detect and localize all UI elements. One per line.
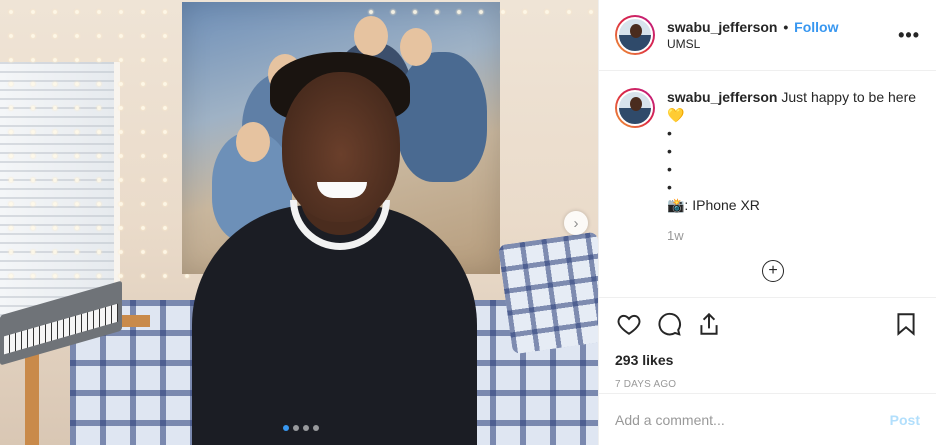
carousel-dot	[303, 425, 309, 431]
caption-username[interactable]: swabu_jefferson	[667, 89, 777, 105]
more-options-icon[interactable]: •••	[898, 25, 920, 46]
avatar[interactable]	[615, 15, 655, 55]
caption-camera-line: 📸: IPhone XR	[667, 197, 760, 213]
post-date[interactable]: 7 DAYS AGO	[615, 379, 920, 390]
string-lights	[0, 0, 200, 290]
carousel-dot	[283, 425, 289, 431]
username-link[interactable]: swabu_jefferson	[667, 19, 777, 35]
caption-bullet: •	[667, 161, 672, 177]
post-comment-button[interactable]: Post	[890, 412, 920, 428]
carousel-dots	[283, 425, 319, 431]
add-comment-bar: Post	[599, 393, 936, 445]
post-container: › swabu_jefferson • Follow UMSL ••• swab…	[0, 0, 936, 445]
plus-icon: +	[768, 262, 778, 279]
caption-bullet: •	[667, 179, 672, 195]
caption-avatar[interactable]	[615, 88, 655, 128]
caption-bullet: •	[667, 143, 672, 159]
post-photo[interactable]: ›	[0, 0, 598, 445]
comment-icon[interactable]	[655, 310, 683, 338]
plaid-pillow	[497, 231, 598, 355]
caption-bullet: •	[667, 125, 672, 141]
location-link[interactable]: UMSL	[667, 37, 898, 51]
post-sidebar: swabu_jefferson • Follow UMSL ••• swabu_…	[598, 0, 936, 445]
carousel-dot	[293, 425, 299, 431]
share-icon[interactable]	[695, 310, 723, 338]
separator-dot: •	[783, 19, 789, 35]
comments-area: swabu_jefferson Just happy to be here 💛 …	[599, 72, 936, 297]
comment-input[interactable]	[615, 411, 890, 428]
string-lights-top	[360, 0, 598, 24]
next-photo-button[interactable]: ›	[564, 211, 588, 235]
actions-section: 293 likes 7 DAYS AGO	[599, 297, 936, 390]
follow-button[interactable]: Follow	[794, 19, 838, 35]
post-header: swabu_jefferson • Follow UMSL •••	[599, 0, 936, 71]
heart-icon[interactable]	[615, 310, 643, 338]
likes-count[interactable]: 293 likes	[615, 352, 920, 368]
caption-time: 1w	[667, 228, 684, 243]
caption: swabu_jefferson Just happy to be here 💛 …	[667, 88, 920, 214]
load-more-comments-button[interactable]: +	[762, 260, 784, 282]
chevron-right-icon: ›	[573, 214, 579, 232]
carousel-dot	[313, 425, 319, 431]
bookmark-icon[interactable]	[892, 310, 920, 338]
person-face	[282, 72, 400, 222]
